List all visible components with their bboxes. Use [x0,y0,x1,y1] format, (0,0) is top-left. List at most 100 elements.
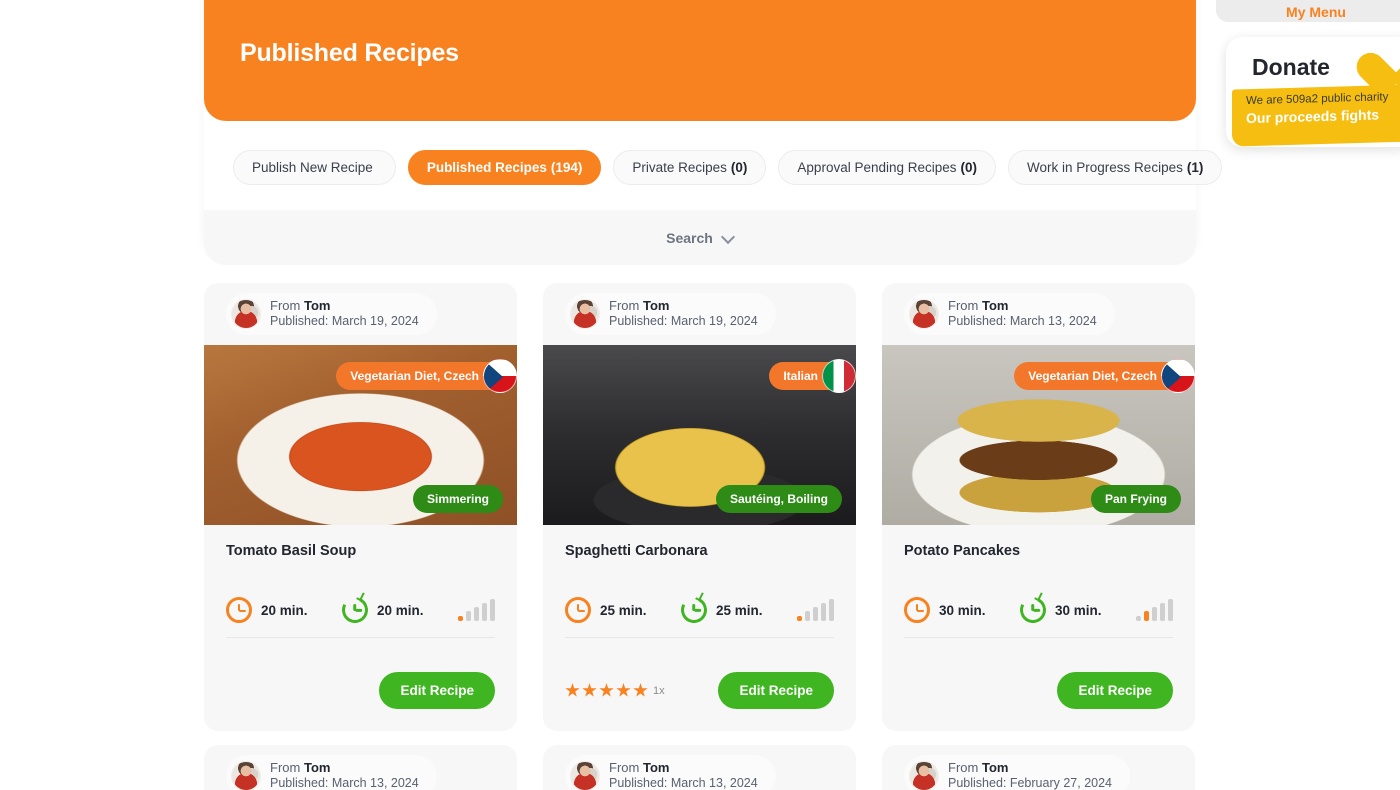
cook-time-value: 25 min. [716,602,763,618]
from-prefix: From [609,760,640,776]
prep-time-metric: 30 min. [904,597,1020,623]
recipe-title: Potato Pancakes [904,543,1021,559]
cooking-method-badge: Simmering [412,485,503,513]
published-date: Published: March 13, 2024 [270,776,419,790]
cooking-method-badge: Pan Frying [1090,485,1181,513]
clock-icon [565,597,591,623]
tab-work-in-progress-recipes[interactable]: Work in Progress Recipes (1) [1008,150,1223,185]
italy-flag-icon [822,359,856,393]
prep-time-metric: 25 min. [565,597,681,623]
author-name: Tom [642,298,670,314]
rating: 1x [565,683,665,698]
card-body: Potato Pancakes 30 min. 30 min. [882,525,1195,654]
my-menu-bar[interactable]: My Menu [1216,0,1400,22]
recipe-grid-next-row: From Tom Published: March 13, 2024 From … [204,745,1196,790]
avatar [570,299,600,329]
tab-approval-pending-recipes[interactable]: Approval Pending Recipes (0) [778,150,997,185]
tab-private-recipes[interactable]: Private Recipes (0) [613,150,767,185]
card-header: From Tom Published: March 13, 2024 [882,283,1195,345]
author-line: From Tom [609,298,758,314]
published-date: Published: March 13, 2024 [948,314,1097,329]
card-footer: 1x Edit Recipe [543,654,856,731]
recipe-photo: Vegetarian Diet, Czech Pan Frying [882,345,1195,525]
prep-time-value: 30 min. [939,602,986,618]
author-name: Tom [981,298,1009,314]
avatar [909,761,939,790]
avatar [570,761,600,790]
from-prefix: From [609,298,640,314]
tab-label: Private Recipes [632,160,727,175]
difficulty-bars-icon [1136,599,1173,621]
edit-recipe-button[interactable]: Edit Recipe [379,672,495,709]
tab-label: Approval Pending Recipes [797,160,957,175]
clock-check-icon [677,590,711,627]
tab-count: (194) [550,160,583,175]
recipe-metrics: 20 min. 20 min. [226,590,495,638]
tab-count: (0) [960,160,978,175]
author-line: From Tom [270,298,419,314]
author-chip: From Tom Published: March 19, 2024 [226,293,437,335]
prep-time-value: 20 min. [261,602,308,618]
from-prefix: From [948,298,979,314]
recipe-card[interactable]: From Tom Published: February 27, 2024 [882,745,1195,790]
recipe-card[interactable]: From Tom Published: March 19, 2024 Itali… [543,283,856,731]
author-chip: From Tom Published: March 13, 2024 [226,755,437,790]
avatar [231,761,261,790]
author-chip: From Tom Published: March 13, 2024 [904,293,1115,335]
recipe-card[interactable]: From Tom Published: March 13, 2024 Veget… [882,283,1195,731]
author-name: Tom [642,760,670,776]
author-name: Tom [303,298,331,314]
tab-published-recipes[interactable]: Published Recipes (194) [407,150,602,185]
cuisine-badge: Vegetarian Diet, Czech [1014,359,1195,393]
cuisine-badge: Vegetarian Diet, Czech [336,359,517,393]
czech-flag-icon [483,359,517,393]
tab-count: (0) [730,160,748,175]
tab-label: Published Recipes [426,160,547,175]
recipe-card[interactable]: From Tom Published: March 13, 2024 [543,745,856,790]
edit-recipe-button[interactable]: Edit Recipe [1057,672,1173,709]
edit-recipe-button[interactable]: Edit Recipe [718,672,834,709]
prep-time-metric: 20 min. [226,597,342,623]
recipe-title: Spaghetti Carbonara [565,543,708,559]
search-label: Search [666,229,713,246]
app-page: Published Recipes Publish New Recipe Pub… [0,0,1400,790]
cooking-method-badge: Sautéing, Boiling [716,485,842,513]
czech-flag-icon [1161,359,1195,393]
author-name: Tom [303,760,331,776]
donate-charity-text: We are 509a2 public charity [1246,91,1389,108]
search-toggle[interactable]: Search [204,210,1196,265]
clock-check-icon [338,590,372,627]
recipe-card[interactable]: From Tom Published: March 19, 2024 Veget… [204,283,517,731]
donate-banner: We are 509a2 public charity Our proceeds… [1232,84,1400,147]
author-name: Tom [981,760,1009,776]
avatar [231,299,261,329]
star-rating-icon [565,683,648,698]
cook-time-value: 20 min. [377,602,424,618]
recipe-card[interactable]: From Tom Published: March 13, 2024 [204,745,517,790]
recipe-metrics: 25 min. 25 min. [565,590,834,638]
author-line: From Tom [948,298,1097,314]
cook-time-metric: 25 min. [677,590,797,627]
tab-count: (1) [1186,160,1204,175]
card-footer: Edit Recipe [882,654,1195,731]
tab-label: Work in Progress Recipes [1027,160,1183,175]
author-line: From Tom [948,760,1112,776]
author-line: From Tom [270,760,419,776]
donate-title: Donate [1252,54,1330,80]
difficulty-bars-icon [797,599,834,621]
card-body: Tomato Basil Soup 20 min. 20 min. [204,525,517,654]
published-date: Published: February 27, 2024 [948,776,1112,790]
recipe-title: Tomato Basil Soup [226,543,357,559]
recipe-grid: From Tom Published: March 19, 2024 Veget… [204,283,1196,731]
cuisine-badge: Italian [769,359,856,393]
author-chip: From Tom Published: March 13, 2024 [565,755,776,790]
from-prefix: From [270,298,301,314]
author-chip: From Tom Published: March 19, 2024 [565,293,776,335]
published-date: Published: March 19, 2024 [609,314,758,329]
from-prefix: From [948,760,979,776]
card-footer: Edit Recipe [204,654,517,731]
published-date: Published: March 13, 2024 [609,776,758,790]
cook-time-metric: 20 min. [338,590,458,627]
difficulty-bars-icon [458,599,495,621]
tab-publish-new-recipe[interactable]: Publish New Recipe [233,150,396,185]
